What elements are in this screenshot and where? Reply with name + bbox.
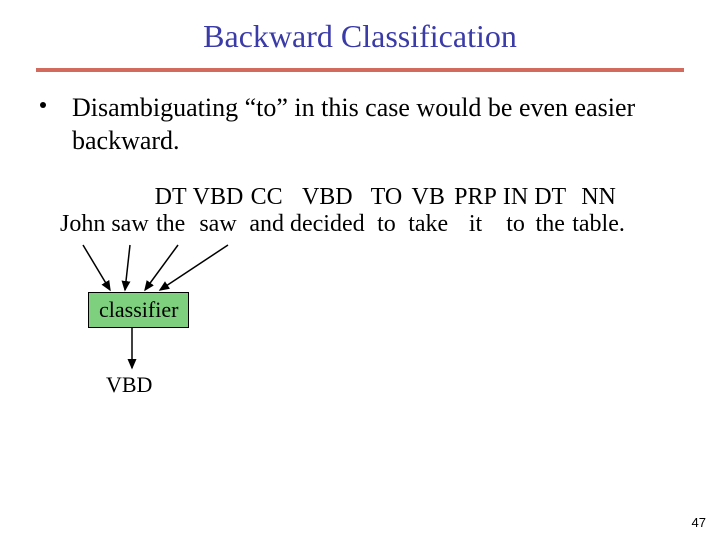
token-word: the [155,211,187,238]
pos-tag: DT [534,184,566,211]
token-column: INto [503,184,528,238]
token-column: VBtake [408,184,448,238]
token-word: saw [193,211,244,238]
pos-tag: DT [155,184,187,211]
arrows-layer [0,0,720,540]
token-word: to [371,211,403,238]
token-word: decided [290,211,365,238]
token-column: TOto [371,184,403,238]
page-number: 47 [692,515,706,530]
token-column: PRPit [454,184,497,238]
classifier-output-tag: VBD [106,372,152,398]
token-column: VBDsaw [193,184,244,238]
pos-tag: PRP [454,184,497,211]
classifier-box: classifier [88,292,189,328]
token-word: John [60,211,105,238]
token-word: table. [572,211,625,238]
pos-tag: TO [371,184,403,211]
pos-tag: VBD [290,184,365,211]
pos-tag: VB [408,184,448,211]
token-column: DTthe [534,184,566,238]
token-word: it [454,211,497,238]
tagged-sentence: John saw DTthe VBDsaw CCand VBDdecided T… [60,184,680,238]
pos-tag: NN [572,184,625,211]
pos-tag: IN [503,184,528,211]
token-column: CCand [249,184,284,238]
token-column: saw [111,184,148,238]
bullet-dot-icon [40,102,46,108]
slide: Backward Classification Disambiguating “… [0,0,720,540]
pos-tag: CC [249,184,284,211]
token-word: to [503,211,528,238]
title-rule [36,68,684,72]
token-word: take [408,211,448,238]
token-word: saw [111,211,148,238]
pos-tag [111,184,148,211]
pos-tag [60,184,105,211]
token-word: the [534,211,566,238]
token-column: DTthe [155,184,187,238]
token-word: and [249,211,284,238]
slide-title: Backward Classification [0,18,720,55]
token-column: John [60,184,105,238]
bullet-item: Disambiguating “to” in this case would b… [58,92,680,157]
bullet-text: Disambiguating “to” in this case would b… [72,92,680,157]
token-column: NNtable. [572,184,625,238]
token-column: VBDdecided [290,184,365,238]
pos-tag: VBD [193,184,244,211]
